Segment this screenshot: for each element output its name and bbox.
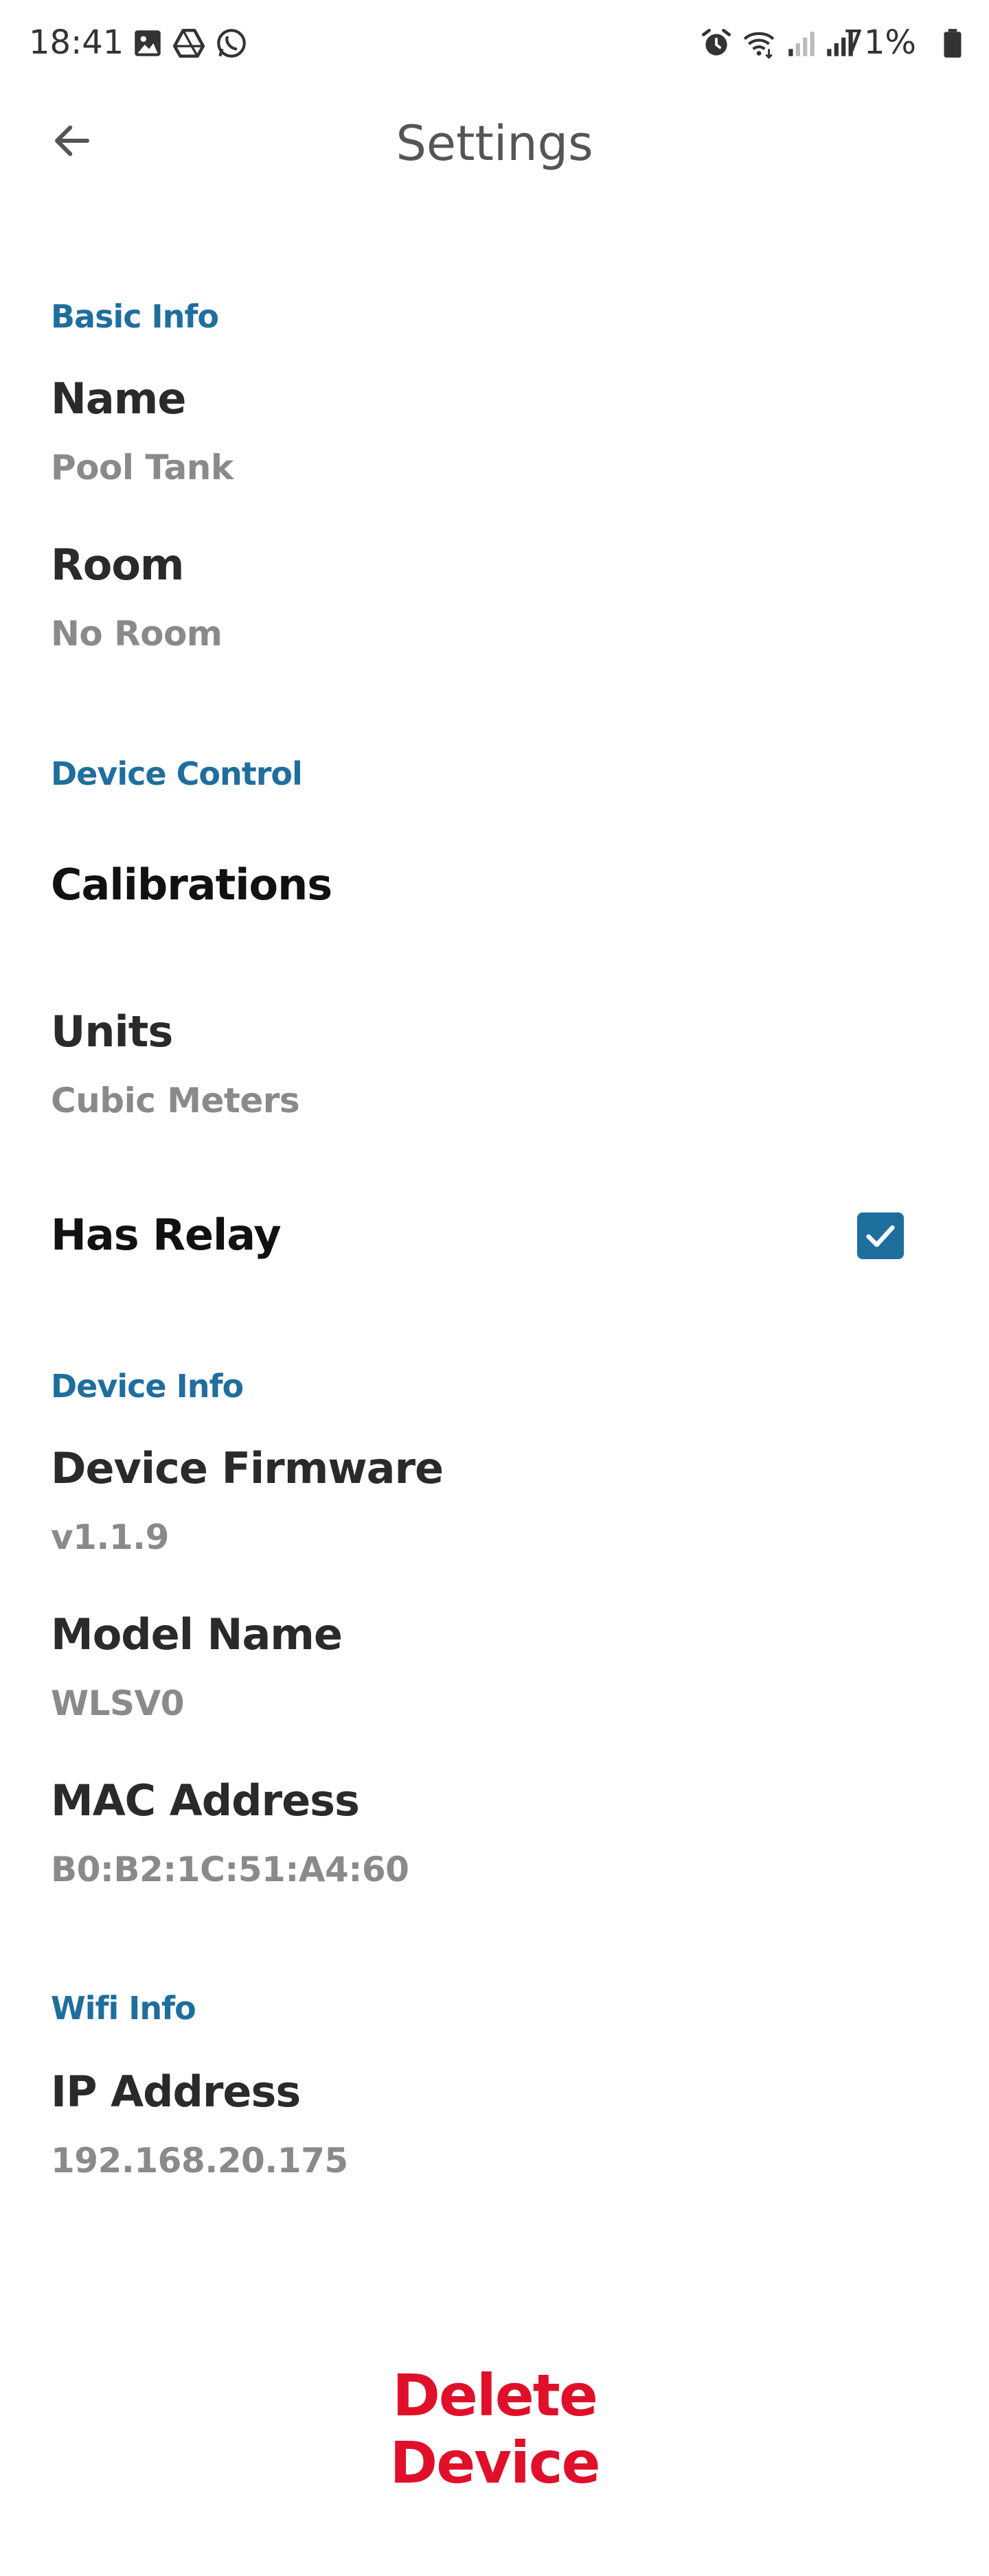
- section-header-device-control: Device Control: [51, 755, 303, 792]
- drive-icon: [172, 28, 205, 58]
- firmware-label: Device Firmware: [51, 1443, 444, 1493]
- room-setting-row[interactable]: Room No Room: [0, 530, 989, 667]
- name-setting-row[interactable]: Name Pool Tank: [0, 364, 989, 501]
- ip-label: IP Address: [51, 2067, 301, 2117]
- status-time: 18:41: [29, 23, 124, 62]
- checkmark-icon: [866, 1225, 895, 1247]
- model-value: WLSV0: [51, 1683, 185, 1723]
- room-label: Room: [51, 540, 185, 590]
- name-value: Pool Tank: [51, 448, 234, 487]
- battery-percent: 71%: [843, 23, 916, 62]
- units-value: Cubic Meters: [51, 1081, 300, 1120]
- calibrations-label: Calibrations: [51, 860, 332, 910]
- wifi-icon: [743, 32, 775, 59]
- model-label: Model Name: [51, 1609, 343, 1659]
- model-row: Model Name WLSV0: [0, 1600, 989, 1737]
- calibrations-row[interactable]: Calibrations: [0, 844, 989, 934]
- whatsapp-icon: [217, 29, 246, 58]
- firmware-value: v1.1.9: [51, 1517, 169, 1557]
- ip-row: IP Address 192.168.20.175: [0, 2057, 989, 2194]
- signal-weak-icon: [788, 32, 815, 56]
- gallery-icon: [135, 30, 161, 56]
- has-relay-label: Has Relay: [51, 1210, 282, 1260]
- has-relay-row[interactable]: Has Relay: [0, 1195, 989, 1277]
- mac-row: MAC Address B0:B2:1C:51:A4:60: [0, 1766, 989, 1903]
- section-header-basic-info: Basic Info: [51, 298, 219, 335]
- mac-value: B0:B2:1C:51:A4:60: [51, 1850, 409, 1889]
- section-header-wifi-info: Wifi Info: [51, 1990, 196, 2027]
- section-header-device-info: Device Info: [51, 1368, 244, 1405]
- units-setting-row[interactable]: Units Cubic Meters: [0, 997, 989, 1134]
- ip-value: 192.168.20.175: [51, 2141, 348, 2181]
- mac-label: MAC Address: [51, 1775, 360, 1826]
- battery-icon: [944, 29, 962, 58]
- delete-device-button[interactable]: Delete Device: [288, 2362, 701, 2496]
- page-title: Settings: [396, 115, 593, 172]
- room-value: No Room: [51, 614, 223, 654]
- name-label: Name: [51, 373, 186, 424]
- units-label: Units: [51, 1007, 173, 1057]
- firmware-row: Device Firmware v1.1.9: [0, 1434, 989, 1571]
- alarm-icon: [701, 28, 731, 56]
- has-relay-checkbox[interactable]: [857, 1212, 904, 1259]
